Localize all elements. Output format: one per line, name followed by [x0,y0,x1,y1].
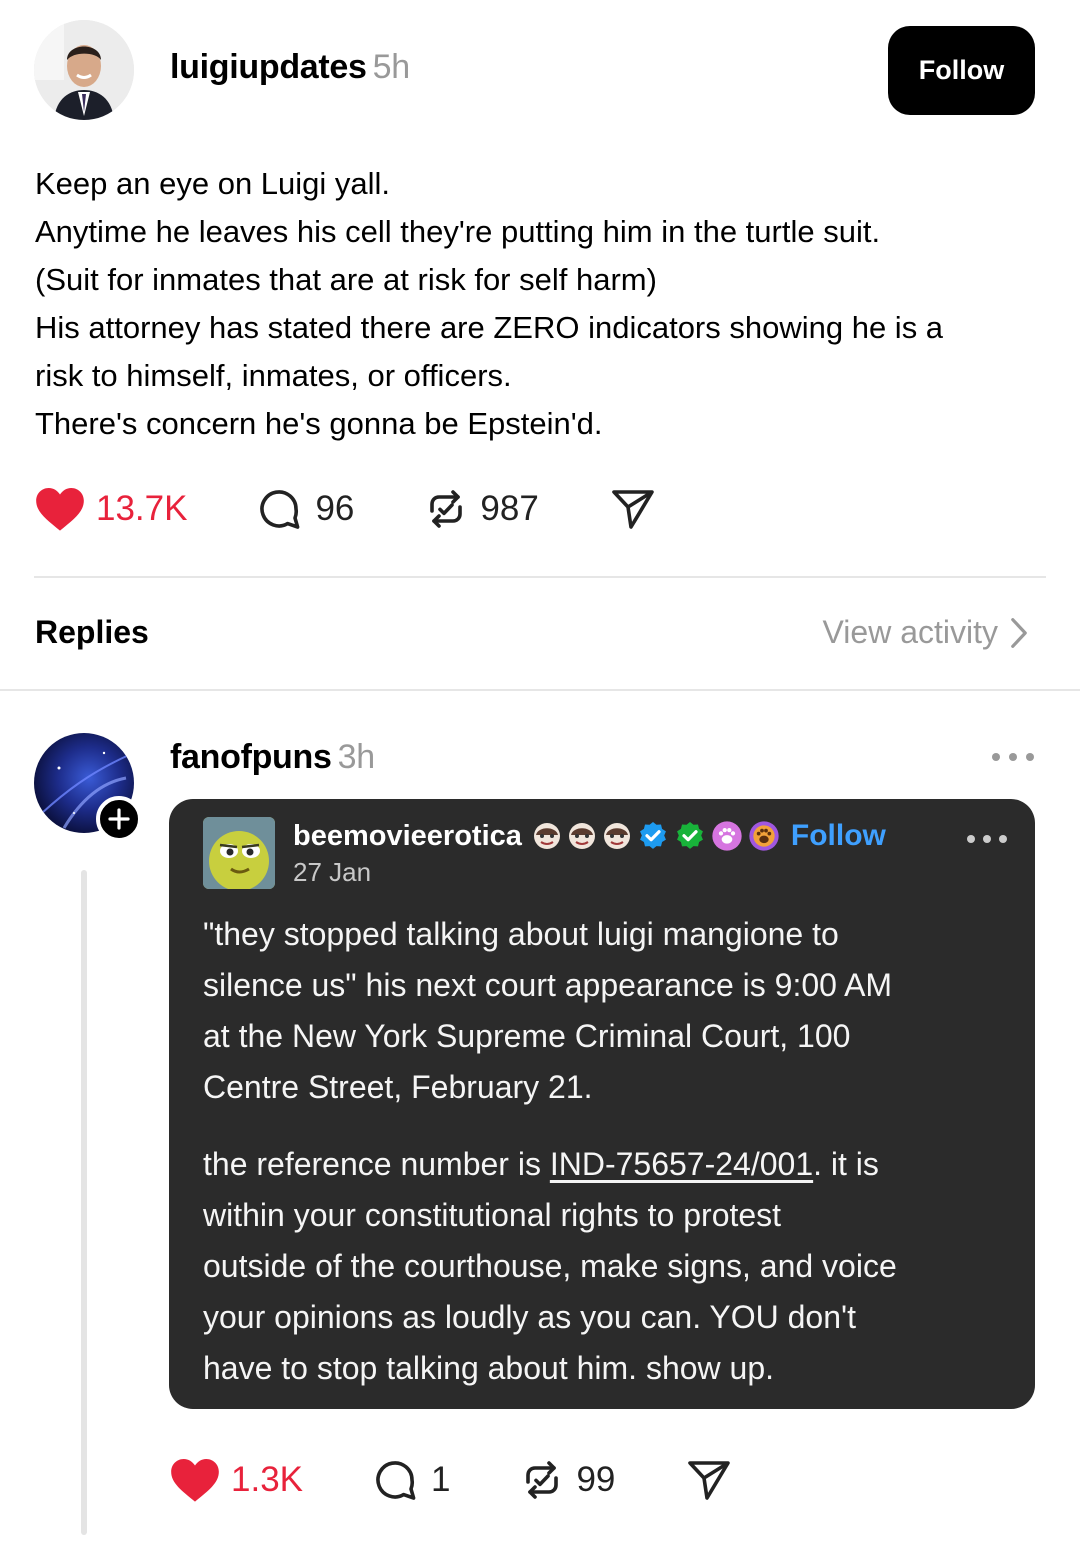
like-count: 13.7K [96,489,188,528]
comment-count: 96 [315,489,355,528]
green-check-badge-icon [674,820,706,852]
embed-more-button[interactable] [965,829,1009,854]
reply-author[interactable]: fanofpuns 3h [170,738,375,777]
view-activity-link[interactable]: View activity [823,614,1028,651]
embed-line: outside of the courthouse, make signs, a… [203,1248,897,1284]
comment-icon [376,1461,416,1500]
reply-share-button[interactable] [685,1456,733,1504]
mask-emoji-icon [532,821,562,851]
reply-actions: 1.3K 1 99 [169,1456,733,1504]
post-line: Keep an eye on Luigi yall. [35,166,391,201]
post-line: Anytime he leaves his cell they're putti… [35,214,881,249]
post-time: 5h [372,48,411,86]
post-body: Keep an eye on Luigi yall. Anytime he le… [35,160,1035,448]
embed-author-row: beemovieerotica Follow [293,819,886,853]
embed-body: "they stopped talking about luigi mangio… [203,909,1013,1420]
reply-like-button[interactable]: 1.3K [169,1456,303,1504]
repost-button[interactable]: 987 [422,485,539,533]
like-button[interactable]: 13.7K [34,485,187,533]
embed-paragraph: the reference number is IND-75657-24/001… [203,1139,1013,1394]
thread-line [81,870,87,1535]
reply-comment-button[interactable]: 1 [371,1456,450,1504]
post-line: risk to himself, inmates, or officers. [35,358,512,393]
author-avatar[interactable] [34,20,134,120]
reply-comment-count: 1 [431,1460,451,1499]
follow-plus-button[interactable] [96,796,142,842]
chevron-right-icon [1011,617,1027,648]
repost-count: 987 [480,489,539,528]
reply-repost-button[interactable]: 99 [518,1456,615,1504]
more-icon [967,835,1007,843]
embed-author-badges [532,820,785,852]
embed-line: "they stopped talking about luigi mangio… [203,916,839,952]
embed-line: within your constitutional rights to pro… [203,1197,782,1233]
follow-button[interactable]: Follow [888,26,1035,115]
share-button[interactable] [609,485,657,533]
embed-line: the reference number is IND-75657-24/001… [203,1139,1013,1190]
comment-icon [260,490,300,529]
replies-heading: Replies [35,614,149,650]
pink-paw-badge-icon [711,820,743,852]
embed-date: 27 Jan [293,857,372,887]
post-line: His attorney has stated there are ZERO i… [35,310,944,345]
avatar-bee [203,817,275,889]
post-line: There's concern he's gonna be Epstein'd. [35,406,603,441]
embed-author-name[interactable]: beemovieerotica [293,820,522,853]
embed-text: the reference number is [203,1146,550,1182]
embed-author-avatar[interactable] [203,817,275,889]
repost-icon [526,1461,559,1499]
mask-emoji-icon [602,821,632,851]
post-line: (Suit for inmates that are at risk for s… [35,262,657,297]
plus-icon [108,808,130,830]
reply-time: 3h [337,738,376,776]
embed-line: Centre Street, February 21. [203,1069,593,1105]
embedded-post-card[interactable]: beemovieerotica Follow 27 Jan "they stop… [169,799,1035,1409]
avatar-photo [34,20,134,120]
divider [0,689,1080,691]
embed-follow-link[interactable]: Follow [791,819,886,853]
reply-like-count: 1.3K [231,1460,303,1499]
reply-author-name[interactable]: fanofpuns [170,738,332,776]
repost-icon [430,490,463,528]
heart-icon [171,1458,219,1502]
post-author[interactable]: luigiupdates 5h [170,48,410,87]
comment-button[interactable]: 96 [255,485,354,533]
embed-line: your opinions as loudly as you can. YOU … [203,1299,857,1335]
divider [34,576,1046,578]
reply-more-button[interactable] [990,744,1036,775]
share-icon [688,1461,731,1500]
more-icon [992,753,1034,761]
reply-repost-count: 99 [576,1460,616,1499]
embed-paragraph: "they stopped talking about luigi mangio… [203,909,1013,1113]
heart-icon [36,487,84,531]
mask-emoji-icon [567,821,597,851]
share-icon [612,490,654,529]
embed-line: have to stop talking about him. show up. [203,1350,775,1386]
embed-line: silence us" his next court appearance is… [203,967,893,1003]
reference-number-link[interactable]: IND-75657-24/001 [550,1146,813,1182]
post-author-name[interactable]: luigiupdates [170,48,367,86]
view-activity-label: View activity [822,614,998,650]
embed-text: . it is [813,1146,879,1182]
orange-paw-badge-icon [748,820,780,852]
post-actions: 13.7K 96 987 [34,485,657,533]
verified-badge-icon [637,820,669,852]
embed-line: at the New York Supreme Criminal Court, … [203,1018,851,1054]
